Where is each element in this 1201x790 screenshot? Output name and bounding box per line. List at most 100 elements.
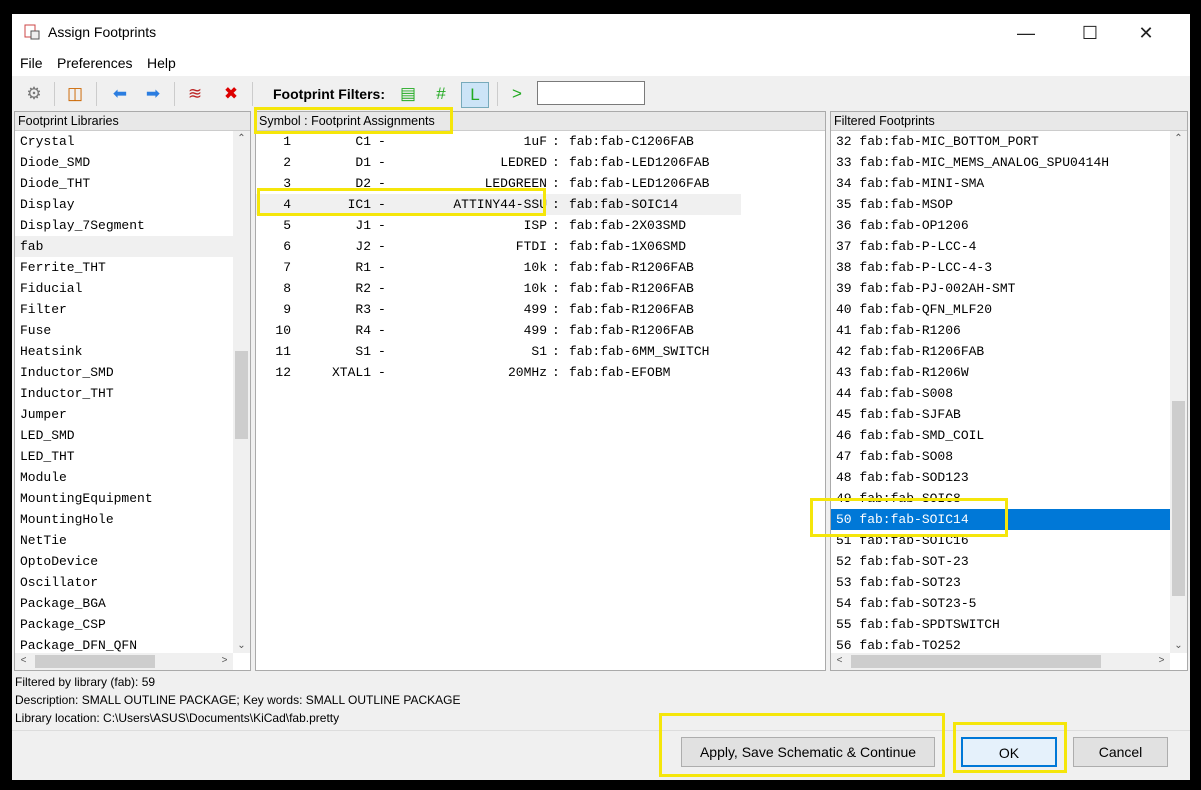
assignment-row[interactable]: 2 D1 LEDRED fab:fab-LED1206FAB -: <box>256 152 741 173</box>
next-arrow-icon[interactable]: ➡ <box>140 82 166 106</box>
library-item[interactable]: Inductor_THT <box>15 383 233 404</box>
library-item[interactable]: Diode_SMD <box>15 152 233 173</box>
footprint-item[interactable]: 49 fab:fab-SOIC8 <box>831 488 1170 509</box>
library-item[interactable]: Fuse <box>15 320 233 341</box>
filter-pin-count-icon[interactable]: # <box>428 82 454 106</box>
assignment-value: S1 <box>531 344 547 359</box>
assignment-row[interactable]: 4 IC1 ATTINY44-SSU fab:fab-SOIC14 -: <box>256 194 741 215</box>
footprint-item[interactable]: 32 fab:fab-MIC_BOTTOM_PORT <box>831 131 1170 152</box>
library-item[interactable]: OptoDevice <box>15 551 233 572</box>
footprints-vscroll[interactable]: ⌃ ⌄ <box>1170 131 1187 653</box>
cancel-button[interactable]: Cancel <box>1073 737 1168 767</box>
assignment-reference: C1 <box>355 134 371 149</box>
apply-save-continue-button[interactable]: Apply, Save Schematic & Continue <box>681 737 935 767</box>
library-item[interactable]: fab <box>15 236 233 257</box>
assignments-header: Symbol : Footprint Assignments <box>256 112 825 131</box>
settings-gear-icon[interactable]: ⚙ <box>21 82 47 106</box>
footprint-item[interactable]: 42 fab:fab-R1206FAB <box>831 341 1170 362</box>
footprint-item[interactable]: 33 fab:fab-MIC_MEMS_ANALOG_SPU0414H <box>831 152 1170 173</box>
library-item[interactable]: Package_CSP <box>15 614 233 635</box>
library-item[interactable]: Module <box>15 467 233 488</box>
footprint-item[interactable]: 36 fab:fab-OP1206 <box>831 215 1170 236</box>
library-item[interactable]: MountingEquipment <box>15 488 233 509</box>
footprints-hscroll[interactable]: < > <box>831 653 1170 670</box>
library-item[interactable]: Ferrite_THT <box>15 257 233 278</box>
footprint-item[interactable]: 39 fab:fab-PJ-002AH-SMT <box>831 278 1170 299</box>
libraries-list[interactable]: Crystal Diode_SMD Diode_THT Display Display_… <box>15 131 233 653</box>
library-item[interactable]: LED_THT <box>15 446 233 467</box>
footprint-item[interactable]: 48 fab:fab-SOD123 <box>831 467 1170 488</box>
footprints-list[interactable]: 32 fab:fab-MIC_BOTTOM_PORT 33 fab:fab-MIC… <box>831 131 1170 653</box>
library-item[interactable]: Package_BGA <box>15 593 233 614</box>
library-item[interactable]: NetTie <box>15 530 233 551</box>
assignment-row[interactable]: 10 R4 499 fab:fab-R1206FAB -: <box>256 320 741 341</box>
minimize-button[interactable]: — <box>1006 20 1046 46</box>
menu-preferences[interactable]: Preferences <box>57 55 132 71</box>
assignment-value: 20MHz <box>507 365 547 380</box>
footprint-item[interactable]: 45 fab:fab-SJFAB <box>831 404 1170 425</box>
library-item[interactable]: Display <box>15 194 233 215</box>
assignment-footprint: fab:fab-EFOBM <box>569 365 671 380</box>
footprint-item[interactable]: 35 fab:fab-MSOP <box>831 194 1170 215</box>
library-item[interactable]: Display_7Segment <box>15 215 233 236</box>
library-item[interactable]: Oscillator <box>15 572 233 593</box>
previous-arrow-icon[interactable]: ⬅ <box>107 82 133 106</box>
assignment-footprint: fab:fab-2X03SMD <box>569 218 687 233</box>
assignment-row[interactable]: 9 R3 499 fab:fab-R1206FAB -: <box>256 299 741 320</box>
separator-dash: - <box>378 281 386 296</box>
ok-button[interactable]: OK <box>961 737 1057 767</box>
library-item[interactable]: MountingHole <box>15 509 233 530</box>
assignment-row[interactable]: 7 R1 10k fab:fab-R1206FAB -: <box>256 257 741 278</box>
footprint-item[interactable]: 46 fab:fab-SMD_COIL <box>831 425 1170 446</box>
assignment-row[interactable]: 11 S1 S1 fab:fab-6MM_SWITCH -: <box>256 341 741 362</box>
assignment-footprint: fab:fab-R1206FAB <box>569 302 694 317</box>
footprint-item[interactable]: 34 fab:fab-MINI-SMA <box>831 173 1170 194</box>
library-item[interactable]: Inductor_SMD <box>15 362 233 383</box>
menu-file[interactable]: File <box>20 55 43 71</box>
library-item[interactable]: Heatsink <box>15 341 233 362</box>
delete-associations-icon[interactable]: ✖ <box>218 82 244 106</box>
filter-library-icon[interactable]: L <box>461 82 489 108</box>
filter-text-icon[interactable]: > <box>504 82 530 106</box>
library-item[interactable]: Package_DFN_QFN <box>15 635 233 653</box>
footprint-item[interactable]: 54 fab:fab-SOT23-5 <box>831 593 1170 614</box>
assignment-row[interactable]: 3 D2 LEDGREEN fab:fab-LED1206FAB -: <box>256 173 741 194</box>
footprint-item[interactable]: 56 fab:fab-TO252 <box>831 635 1170 653</box>
libraries-hscroll[interactable]: < > <box>15 653 233 670</box>
assignment-row[interactable]: 12 XTAL1 20MHz fab:fab-EFOBM -: <box>256 362 741 383</box>
footprint-item[interactable]: 44 fab:fab-S008 <box>831 383 1170 404</box>
assignment-row[interactable]: 5 J1 ISP fab:fab-2X03SMD -: <box>256 215 741 236</box>
footprint-item[interactable]: 40 fab:fab-QFN_MLF20 <box>831 299 1170 320</box>
assignment-reference: S1 <box>355 344 371 359</box>
view-footprint-icon[interactable]: ◫ <box>62 82 88 106</box>
close-button[interactable]: ✕ <box>1126 20 1166 46</box>
assignments-list[interactable]: 1 C1 1uF fab:fab-C1206FAB -: 2 D1 LEDRED fab:fab… <box>256 131 825 670</box>
footprint-item[interactable]: 51 fab:fab-SOIC16 <box>831 530 1170 551</box>
auto-associate-icon[interactable]: ≋ <box>182 82 208 106</box>
footprint-item[interactable]: 55 fab:fab-SPDTSWITCH <box>831 614 1170 635</box>
libraries-vscroll[interactable]: ⌃ ⌄ <box>233 131 250 653</box>
library-item[interactable]: Jumper <box>15 404 233 425</box>
footprint-item[interactable]: 53 fab:fab-SOT23 <box>831 572 1170 593</box>
assignment-footprint: fab:fab-R1206FAB <box>569 260 694 275</box>
footprint-item[interactable]: 47 fab:fab-SO08 <box>831 446 1170 467</box>
footprint-item[interactable]: 50 fab:fab-SOIC14 <box>831 509 1170 530</box>
menu-help[interactable]: Help <box>147 55 176 71</box>
library-item[interactable]: Crystal <box>15 131 233 152</box>
footprint-item[interactable]: 41 fab:fab-R1206 <box>831 320 1170 341</box>
footprint-item[interactable]: 38 fab:fab-P-LCC-4-3 <box>831 257 1170 278</box>
footprint-item[interactable]: 37 fab:fab-P-LCC-4 <box>831 236 1170 257</box>
library-item[interactable]: Fiducial <box>15 278 233 299</box>
library-item[interactable]: LED_SMD <box>15 425 233 446</box>
assignment-row[interactable]: 1 C1 1uF fab:fab-C1206FAB -: <box>256 131 741 152</box>
filter-keywords-icon[interactable]: ▤ <box>395 82 421 106</box>
separator-dash: - <box>378 176 386 191</box>
library-item[interactable]: Filter <box>15 299 233 320</box>
filter-text-input[interactable] <box>537 81 645 105</box>
assignment-row[interactable]: 6 J2 FTDI fab:fab-1X06SMD -: <box>256 236 741 257</box>
footprint-item[interactable]: 43 fab:fab-R1206W <box>831 362 1170 383</box>
assignment-row[interactable]: 8 R2 10k fab:fab-R1206FAB -: <box>256 278 741 299</box>
maximize-button[interactable]: ☐ <box>1070 20 1110 46</box>
footprint-item[interactable]: 52 fab:fab-SOT-23 <box>831 551 1170 572</box>
library-item[interactable]: Diode_THT <box>15 173 233 194</box>
